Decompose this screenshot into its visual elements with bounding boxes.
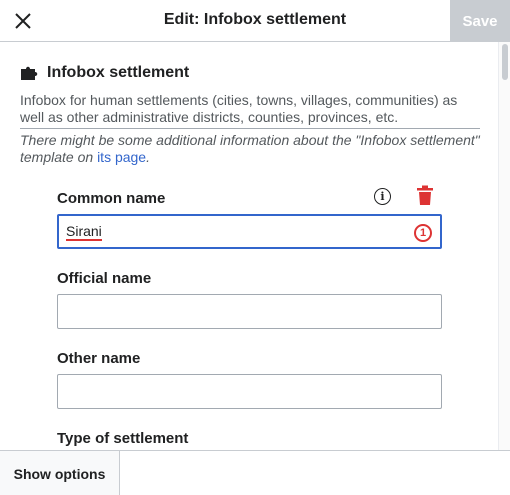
info-icon[interactable]: i — [374, 188, 391, 205]
show-options-button[interactable]: Show options — [0, 451, 120, 495]
template-description: Infobox for human settlements (cities, t… — [20, 92, 480, 129]
type-of-settlement-label: Type of settlement — [57, 430, 189, 447]
common-name-value: Sirani — [66, 223, 102, 241]
save-button[interactable]: Save — [450, 0, 510, 42]
scrollbar[interactable] — [498, 42, 510, 450]
common-name-label: Common name — [57, 190, 166, 207]
error-count-badge: 1 — [414, 224, 432, 242]
common-name-input[interactable] — [57, 214, 442, 249]
template-note-suffix: . — [146, 149, 150, 165]
trash-icon[interactable] — [416, 185, 434, 206]
template-name: Infobox settlement — [47, 64, 190, 81]
template-header: Infobox settlement — [20, 64, 189, 82]
template-note-text: There might be some additional informati… — [20, 132, 480, 165]
other-name-label: Other name — [57, 350, 141, 367]
dialog-title: Edit: Infobox settlement — [163, 11, 347, 28]
official-name-label: Official name — [57, 270, 152, 287]
other-name-input[interactable] — [57, 374, 442, 409]
dialog-content: Infobox settlement Infobox for human set… — [0, 42, 498, 450]
template-note: There might be some additional informati… — [20, 132, 480, 166]
its-page-link[interactable]: its page — [97, 149, 146, 165]
dialog-footer: Show options — [0, 450, 510, 495]
scrollbar-thumb[interactable] — [502, 44, 508, 80]
official-name-input[interactable] — [57, 294, 442, 329]
dialog-header: Edit: Infobox settlement Save — [0, 0, 510, 42]
puzzle-icon — [21, 66, 38, 80]
